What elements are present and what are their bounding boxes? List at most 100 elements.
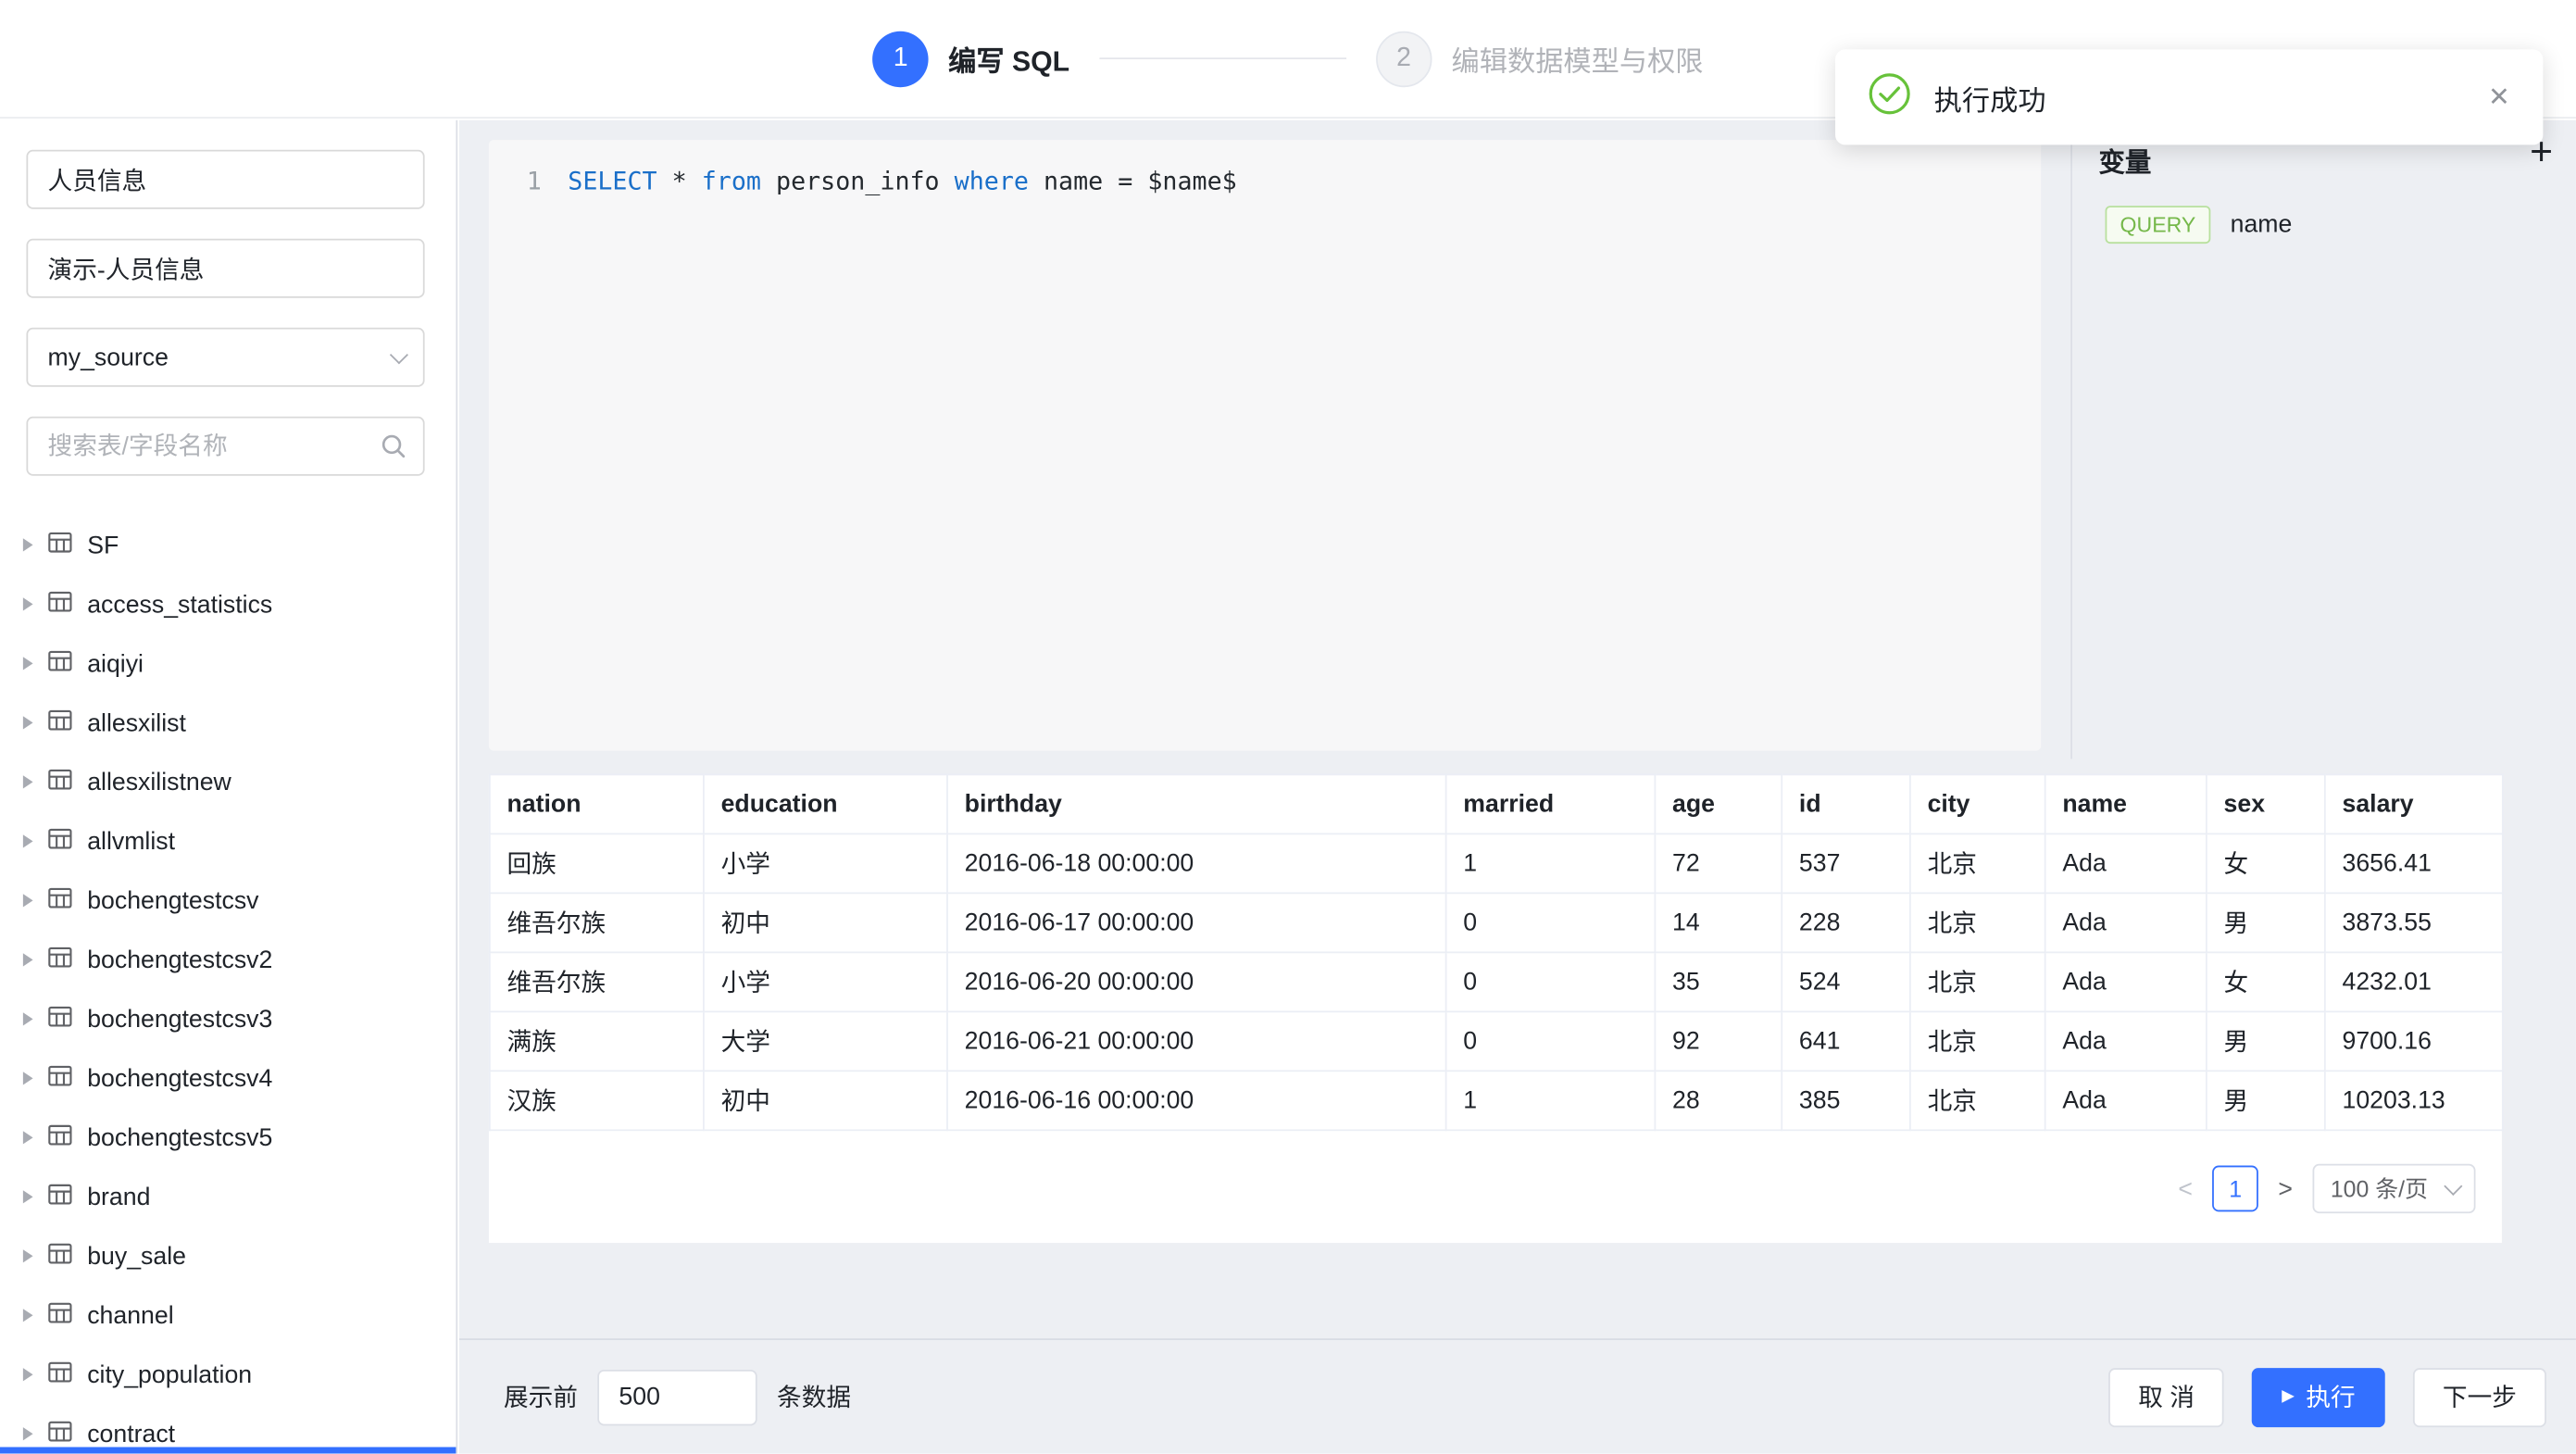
caret-right-icon[interactable] bbox=[23, 1131, 33, 1144]
caret-right-icon[interactable] bbox=[23, 775, 33, 788]
variable-name: name bbox=[2231, 211, 2293, 239]
cancel-button[interactable]: 取 消 bbox=[2108, 1367, 2224, 1426]
table-name: bochengtestcsv2 bbox=[87, 946, 272, 973]
cell-id: 385 bbox=[1782, 1071, 1910, 1130]
cell-name: Ada bbox=[2045, 893, 2207, 952]
table-tree-item[interactable]: brand bbox=[0, 1167, 456, 1226]
row-limit-input[interactable] bbox=[597, 1369, 757, 1424]
cell-salary: 4232.01 bbox=[2325, 952, 2503, 1011]
caret-right-icon[interactable] bbox=[23, 597, 33, 610]
caret-right-icon[interactable] bbox=[23, 894, 33, 907]
table-tree-item[interactable]: bochengtestcsv2 bbox=[0, 930, 456, 989]
cell-city: 北京 bbox=[1910, 1071, 2045, 1130]
table-tree-item[interactable]: SF bbox=[0, 515, 456, 574]
sql-editor[interactable]: 1 SELECT * from person_info where name =… bbox=[489, 140, 2041, 750]
close-icon[interactable]: ✕ bbox=[2488, 81, 2510, 114]
table-tree-item[interactable]: channel bbox=[0, 1285, 456, 1345]
table-row: 维吾尔族 初中 2016-06-17 00:00:00 0 14 228 北京 … bbox=[490, 893, 2503, 952]
step-1-label: 编写 SQL bbox=[948, 38, 1069, 79]
caret-right-icon[interactable] bbox=[23, 1012, 33, 1025]
caret-right-icon[interactable] bbox=[23, 1427, 33, 1440]
cell-age: 14 bbox=[1655, 893, 1782, 952]
cell-birthday: 2016-06-20 00:00:00 bbox=[947, 952, 1446, 1011]
dataset-name-input[interactable] bbox=[26, 150, 424, 209]
cell-married: 0 bbox=[1446, 1011, 1656, 1071]
table-icon bbox=[48, 1003, 73, 1034]
success-toast: 执行成功 ✕ bbox=[1835, 49, 2543, 144]
column-header: salary bbox=[2325, 774, 2503, 834]
cell-age: 28 bbox=[1655, 1071, 1782, 1130]
table-row: 回族 小学 2016-06-18 00:00:00 1 72 537 北京 Ad… bbox=[490, 834, 2503, 893]
caret-right-icon[interactable] bbox=[23, 1309, 33, 1322]
caret-right-icon[interactable] bbox=[23, 657, 33, 670]
table-tree-item[interactable]: aiqiyi bbox=[0, 633, 456, 693]
page-size-select[interactable]: 100 条/页 bbox=[2312, 1164, 2475, 1213]
search-icon bbox=[381, 433, 406, 467]
table-icon bbox=[48, 1359, 73, 1390]
cell-id: 524 bbox=[1782, 952, 1910, 1011]
caret-right-icon[interactable] bbox=[23, 953, 33, 966]
table-tree-item[interactable]: buy_sale bbox=[0, 1226, 456, 1285]
success-check-icon bbox=[1869, 72, 1911, 121]
table-tree: SF access_statistics bbox=[0, 515, 456, 1453]
cell-id: 641 bbox=[1782, 1011, 1910, 1071]
prev-page-icon[interactable]: < bbox=[2175, 1174, 2196, 1202]
caret-right-icon[interactable] bbox=[23, 1368, 33, 1381]
chevron-down-icon bbox=[390, 345, 408, 364]
table-tree-item[interactable]: allvmlist bbox=[0, 811, 456, 871]
caret-right-icon[interactable] bbox=[23, 834, 33, 847]
page-number[interactable]: 1 bbox=[2212, 1166, 2258, 1212]
variables-panel: 变量 + QUERY name bbox=[2070, 120, 2576, 759]
table-tree-item[interactable]: city_population bbox=[0, 1345, 456, 1404]
code-line: 1 SELECT * from person_info where name =… bbox=[489, 140, 2041, 222]
caret-right-icon[interactable] bbox=[23, 716, 33, 729]
sidebar-scrollbar[interactable] bbox=[0, 1448, 457, 1454]
main-area: 1 SELECT * from person_info where name =… bbox=[459, 120, 2576, 1454]
table-tree-item[interactable]: bochengtestcsv3 bbox=[0, 989, 456, 1048]
table-tree-item[interactable]: bochengtestcsv bbox=[0, 871, 456, 930]
column-header: id bbox=[1782, 774, 1910, 834]
next-step-button[interactable]: 下一步 bbox=[2413, 1367, 2546, 1426]
cell-nation: 回族 bbox=[490, 834, 704, 893]
cell-birthday: 2016-06-21 00:00:00 bbox=[947, 1011, 1446, 1071]
table-icon bbox=[48, 588, 73, 620]
toast-message: 执行成功 bbox=[1934, 77, 2046, 118]
table-name: contract bbox=[87, 1420, 175, 1448]
caret-right-icon[interactable] bbox=[23, 1249, 33, 1262]
caret-right-icon[interactable] bbox=[23, 538, 33, 551]
dataset-description-input[interactable] bbox=[26, 239, 424, 298]
cell-nation: 汉族 bbox=[490, 1071, 704, 1130]
cell-sex: 男 bbox=[2207, 893, 2325, 952]
cell-birthday: 2016-06-17 00:00:00 bbox=[947, 893, 1446, 952]
pagination: < 1 > 100 条/页 bbox=[489, 1131, 2502, 1226]
cell-nation: 满族 bbox=[490, 1011, 704, 1071]
table-icon bbox=[48, 1299, 73, 1331]
variable-type-badge: QUERY bbox=[2106, 206, 2211, 244]
cell-name: Ada bbox=[2045, 952, 2207, 1011]
table-icon bbox=[48, 884, 73, 916]
cell-city: 北京 bbox=[1910, 893, 2045, 952]
table-icon bbox=[48, 647, 73, 679]
table-tree-item[interactable]: allesxilist bbox=[0, 693, 456, 752]
table-row: 满族 大学 2016-06-21 00:00:00 0 92 641 北京 Ad… bbox=[490, 1011, 2503, 1071]
page-size-value: 100 条/页 bbox=[2331, 1172, 2428, 1206]
table-icon bbox=[48, 1062, 73, 1094]
cell-id: 537 bbox=[1782, 834, 1910, 893]
caret-right-icon[interactable] bbox=[23, 1072, 33, 1084]
step-2: 2 编辑数据模型与权限 bbox=[1376, 31, 1704, 86]
next-page-icon[interactable]: > bbox=[2275, 1174, 2296, 1202]
table-tree-item[interactable]: bochengtestcsv5 bbox=[0, 1108, 456, 1167]
datasource-select[interactable]: my_source bbox=[26, 328, 424, 387]
table-search-input[interactable] bbox=[26, 417, 424, 476]
caret-right-icon[interactable] bbox=[23, 1190, 33, 1203]
table-tree-item[interactable]: access_statistics bbox=[0, 574, 456, 633]
cell-sex: 女 bbox=[2207, 952, 2325, 1011]
table-tree-item[interactable]: bochengtestcsv4 bbox=[0, 1048, 456, 1108]
run-button[interactable]: ▶ 执行 bbox=[2252, 1367, 2384, 1426]
limit-prefix-label: 展示前 bbox=[504, 1380, 578, 1414]
run-button-label: 执行 bbox=[2306, 1380, 2355, 1414]
datasource-select-value: my_source bbox=[48, 344, 169, 371]
table-tree-item[interactable]: allesxilistnew bbox=[0, 752, 456, 811]
table-name: brand bbox=[87, 1183, 150, 1210]
column-header: education bbox=[704, 774, 947, 834]
